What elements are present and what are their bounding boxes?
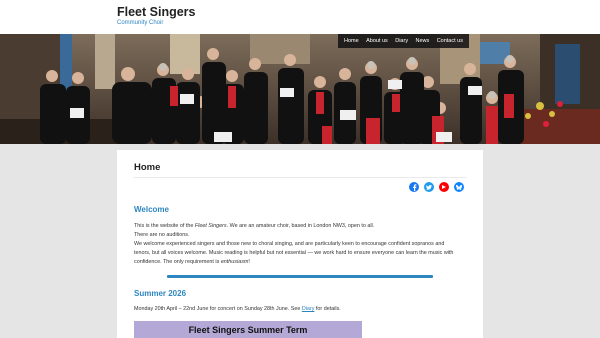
nav-news[interactable]: News (416, 38, 430, 44)
nav-contact-us[interactable]: Contact us (437, 38, 463, 44)
welcome-line-5-suffix: ! (248, 259, 250, 265)
welcome-line-1-choir-name: Fleet Singers (194, 223, 227, 229)
summer-text: Monday 20th April – 22nd June for concer… (134, 305, 464, 314)
welcome-line-5: confidence. The only requirement is enth… (134, 258, 464, 267)
diary-link[interactable]: Diary (302, 306, 315, 312)
page-title: Home (134, 162, 161, 173)
nav-home[interactable]: Home (344, 38, 359, 44)
youtube-icon[interactable] (439, 182, 449, 192)
twitter-icon[interactable] (424, 182, 434, 192)
summer-text-prefix: Monday 20th April – 22nd June for concer… (134, 306, 302, 312)
nav-about-us[interactable]: About us (366, 38, 388, 44)
site-header: Fleet Singers Community Choir (0, 0, 600, 34)
welcome-line-5-prefix: confidence. The only requirement is (134, 259, 221, 265)
section-divider (167, 275, 433, 278)
content-card: Home Welcome This is the website of the … (117, 150, 483, 338)
welcome-heading: Welcome (134, 205, 169, 214)
welcome-line-2: There are no auditions. (134, 232, 190, 238)
bluesky-icon[interactable] (454, 182, 464, 192)
site-title[interactable]: Fleet Singers (117, 5, 196, 19)
summer-term-banner: Fleet Singers Summer Term (134, 321, 362, 338)
welcome-line-1-suffix: . We are an amateur choir, based in Lond… (226, 223, 375, 229)
main-nav: Home About us Diary News Contact us (338, 34, 469, 48)
hero-image (0, 34, 600, 144)
summer-text-suffix: for details. (314, 306, 341, 312)
welcome-line-1-prefix: This is the website of the (134, 223, 195, 229)
welcome-line-3: We welcome experienced singers and those… (134, 241, 445, 247)
facebook-icon[interactable] (409, 182, 419, 192)
summer-term-banner-title: Fleet Singers Summer Term (188, 325, 308, 335)
title-divider (134, 177, 466, 178)
welcome-line-4: tenors, but all voices welcome. Music re… (134, 250, 454, 256)
summer-heading: Summer 2026 (134, 289, 187, 298)
nav-diary[interactable]: Diary (395, 38, 408, 44)
welcome-line-5-emphasis: enthusiasm (220, 259, 249, 265)
hero-choir-illustration (0, 34, 600, 144)
welcome-line-1: This is the website of the Fleet Singers… (134, 222, 464, 231)
site-tagline: Community Choir (117, 20, 164, 26)
